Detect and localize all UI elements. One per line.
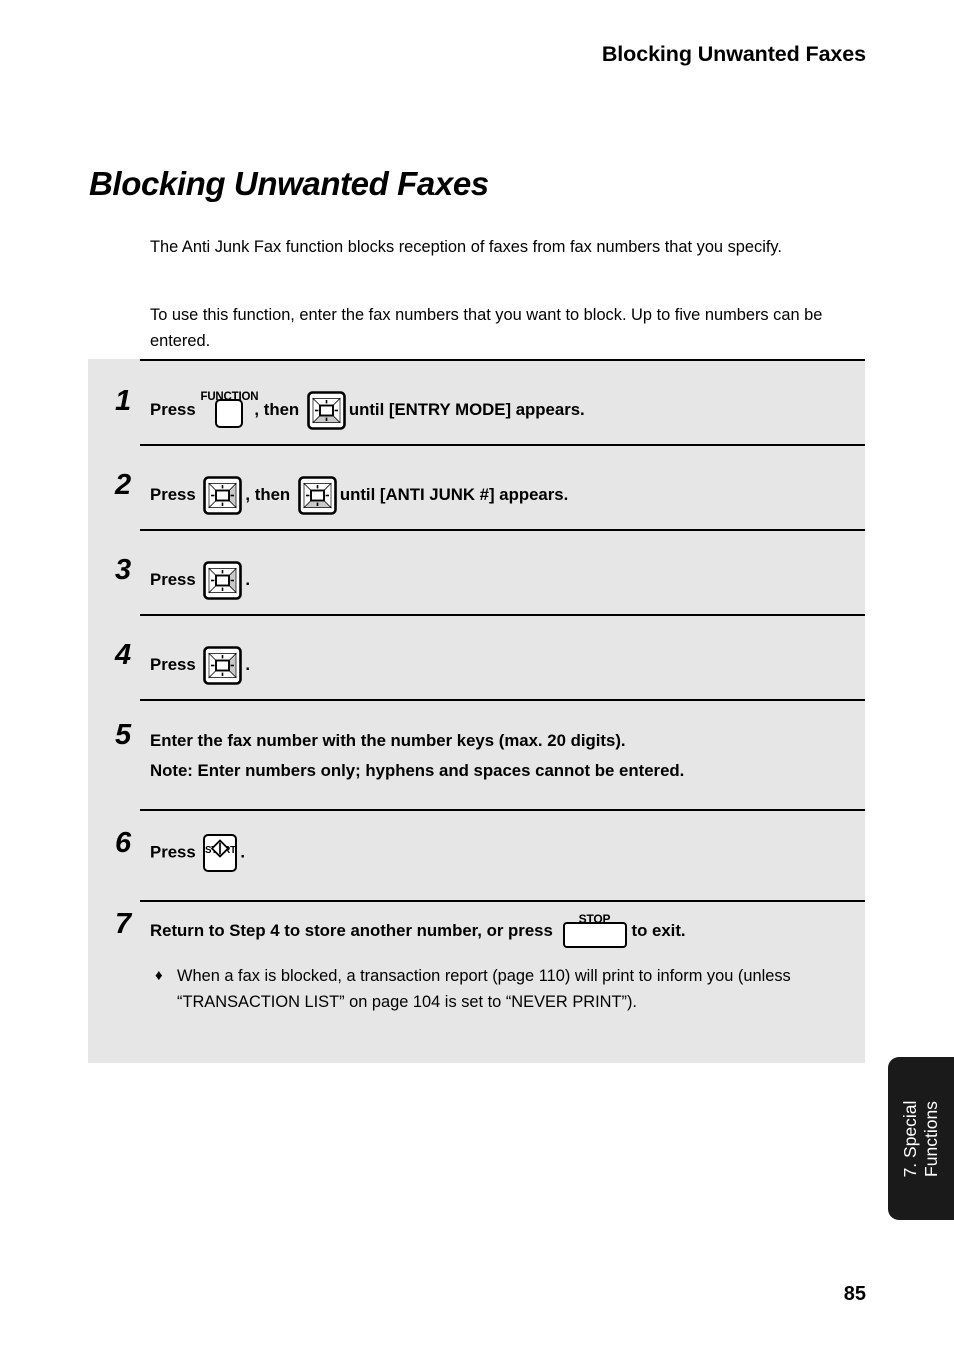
step-number: 5 [115, 719, 132, 751]
step-4-body: Press . [150, 646, 250, 685]
procedure-box: 1 Press FUNCTION , then until [ENTRY MOD… [88, 359, 865, 1063]
step-3-body: Press . [150, 561, 250, 600]
page-number: 85 [843, 1283, 866, 1305]
step-divider [140, 699, 865, 701]
step-divider [140, 529, 865, 531]
intro-paragraph-1: The Anti Junk Fax function blocks recept… [150, 238, 782, 257]
function-key-cap [215, 398, 244, 428]
running-header: Blocking Unwanted Faxes [601, 42, 866, 66]
step-3-text-after: . [245, 569, 251, 589]
diamond-bullet-icon: ♦ [155, 967, 163, 984]
step-number: 3 [115, 554, 132, 586]
step-divider [140, 444, 865, 446]
step-2-text-before: Press [150, 484, 196, 504]
intro-paragraph-2: To use this function, enter the fax numb… [150, 306, 823, 350]
step-4-text-before: Press [150, 654, 196, 674]
step-6-body: Press START . [150, 834, 245, 872]
chapter-side-tab-line-1: 7. Special [900, 1100, 920, 1177]
step-6-text-before: Press [150, 842, 196, 862]
note-list-item: ♦ When a fax is blocked, a transaction r… [155, 963, 855, 1015]
step-1-body: Press FUNCTION , then until [ENTRY MODE]… [150, 391, 585, 430]
step-divider [140, 900, 865, 902]
nav-key-down-icon[interactable] [307, 391, 346, 430]
step-5-body: Enter the fax number with the number key… [150, 726, 850, 786]
step-number: 2 [115, 469, 132, 501]
chapter-side-tab: 7. Special Functions [888, 1057, 954, 1220]
stop-key-icon[interactable]: STOP [562, 912, 627, 948]
nav-key-right-icon[interactable] [203, 646, 243, 685]
step-2-text-middle: , then [245, 484, 291, 504]
start-key-icon[interactable]: START [203, 834, 238, 872]
function-key-icon[interactable]: FUNCTION [201, 391, 259, 428]
step-2-text-after: until [ANTI JUNK #] appears. [339, 484, 569, 504]
chapter-side-tab-line-2: Functions [921, 1100, 941, 1177]
step-4-text-after: . [245, 654, 251, 674]
step-2-body: Press , then until [ANTI JUNK #] appears… [150, 476, 568, 515]
nav-key-down-icon[interactable] [298, 476, 337, 515]
step-number: 1 [115, 385, 132, 417]
step-7-text-before: Return to Step 4 to store another number… [150, 920, 553, 940]
step-7-body: Return to Step 4 to store another number… [150, 912, 686, 948]
step-5-line-2: Note: Enter numbers only; hyphens and sp… [150, 761, 685, 780]
step-number: 7 [115, 908, 132, 940]
step-divider [140, 809, 865, 811]
note-text: When a fax is blocked, a transaction rep… [177, 967, 791, 1011]
step-1-text-middle: , then [254, 399, 300, 419]
step-1-text-before: Press [150, 399, 196, 419]
step-divider [140, 359, 865, 361]
step-3-text-before: Press [150, 569, 196, 589]
step-5-line-1: Enter the fax number with the number key… [150, 731, 626, 750]
step-6-text-after: . [240, 842, 246, 862]
step-1-text-after: until [ENTRY MODE] appears. [348, 399, 585, 419]
step-divider [140, 614, 865, 616]
nav-key-right-icon[interactable] [203, 476, 243, 515]
stop-key-cap [562, 922, 627, 948]
page-title: Blocking Unwanted Faxes [89, 165, 489, 203]
chapter-side-tab-text: 7. Special Functions [900, 1100, 942, 1177]
nav-key-right-icon[interactable] [203, 561, 243, 600]
start-diamond-icon [210, 838, 230, 868]
step-number: 6 [115, 827, 132, 859]
step-7-text-after: to exit. [631, 920, 686, 940]
step-number: 4 [115, 639, 132, 671]
